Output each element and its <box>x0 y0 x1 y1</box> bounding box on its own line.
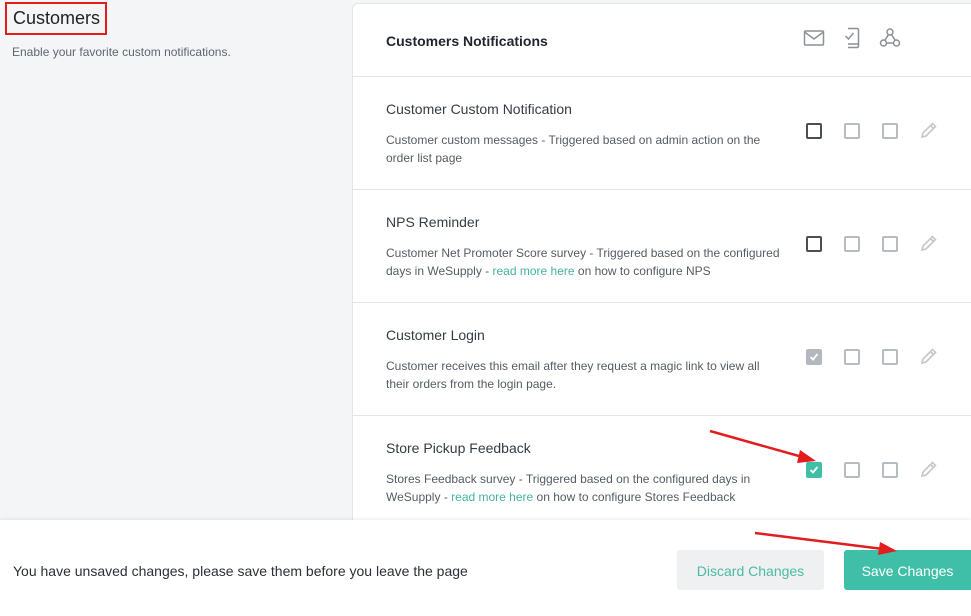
sms-checkbox[interactable] <box>844 462 860 478</box>
row-description-text: on how to configure Stores Feedback <box>536 490 736 504</box>
row-description: Customer custom messages - Triggered bas… <box>386 133 761 165</box>
email-icon <box>802 26 826 50</box>
edit-pencil-icon[interactable] <box>919 120 939 140</box>
page-description: Enable your favorite custom notification… <box>12 45 231 59</box>
row-title: Customer Custom Notification <box>386 101 572 117</box>
webhook-checkbox[interactable] <box>882 236 898 252</box>
mobile-sms-icon <box>840 26 864 50</box>
email-checkbox-disabled-checked <box>806 349 822 365</box>
discard-changes-button[interactable]: Discard Changes <box>677 550 824 590</box>
email-checkbox-checked[interactable] <box>806 462 822 478</box>
row-title: Store Pickup Feedback <box>386 440 531 456</box>
webhook-checkbox[interactable] <box>882 462 898 478</box>
notification-row-nps-reminder: NPS Reminder Customer Net Promoter Score… <box>353 190 971 303</box>
sms-checkbox[interactable] <box>844 236 860 252</box>
row-description: Customer receives this email after they … <box>386 359 760 391</box>
sms-checkbox[interactable] <box>844 349 860 365</box>
webhook-checkbox[interactable] <box>882 349 898 365</box>
row-description-text: on how to configure NPS <box>577 264 711 278</box>
unsaved-changes-message: You have unsaved changes, please save th… <box>13 563 468 579</box>
webhook-checkbox[interactable] <box>882 123 898 139</box>
notifications-card: Customers Notifications Customer Custom … <box>352 3 971 533</box>
row-title: Customer Login <box>386 327 485 343</box>
read-more-link[interactable]: read more here <box>451 490 533 504</box>
notification-row-customer-login: Customer Login Customer receives this em… <box>353 303 971 416</box>
notification-row-store-pickup-feedback: Store Pickup Feedback Stores Feedback su… <box>353 416 971 529</box>
edit-pencil-icon[interactable] <box>919 346 939 366</box>
email-checkbox[interactable] <box>806 123 822 139</box>
edit-pencil-icon[interactable] <box>919 233 939 253</box>
card-title: Customers Notifications <box>386 33 548 49</box>
email-checkbox[interactable] <box>806 236 822 252</box>
webhook-icon <box>878 26 902 50</box>
card-header: Customers Notifications <box>353 4 971 77</box>
read-more-link[interactable]: read more here <box>493 264 575 278</box>
sms-checkbox[interactable] <box>844 123 860 139</box>
save-changes-button[interactable]: Save Changes <box>844 550 971 590</box>
page-title: Customers <box>5 2 108 35</box>
unsaved-changes-bar: You have unsaved changes, please save th… <box>0 520 971 616</box>
notification-row-customer-custom: Customer Custom Notification Customer cu… <box>353 77 971 190</box>
row-title: NPS Reminder <box>386 214 480 230</box>
row-description: Customer Net Promoter Score survey - Tri… <box>386 246 780 278</box>
row-description: Stores Feedback survey - Triggered based… <box>386 472 751 504</box>
edit-pencil-icon[interactable] <box>919 459 939 479</box>
